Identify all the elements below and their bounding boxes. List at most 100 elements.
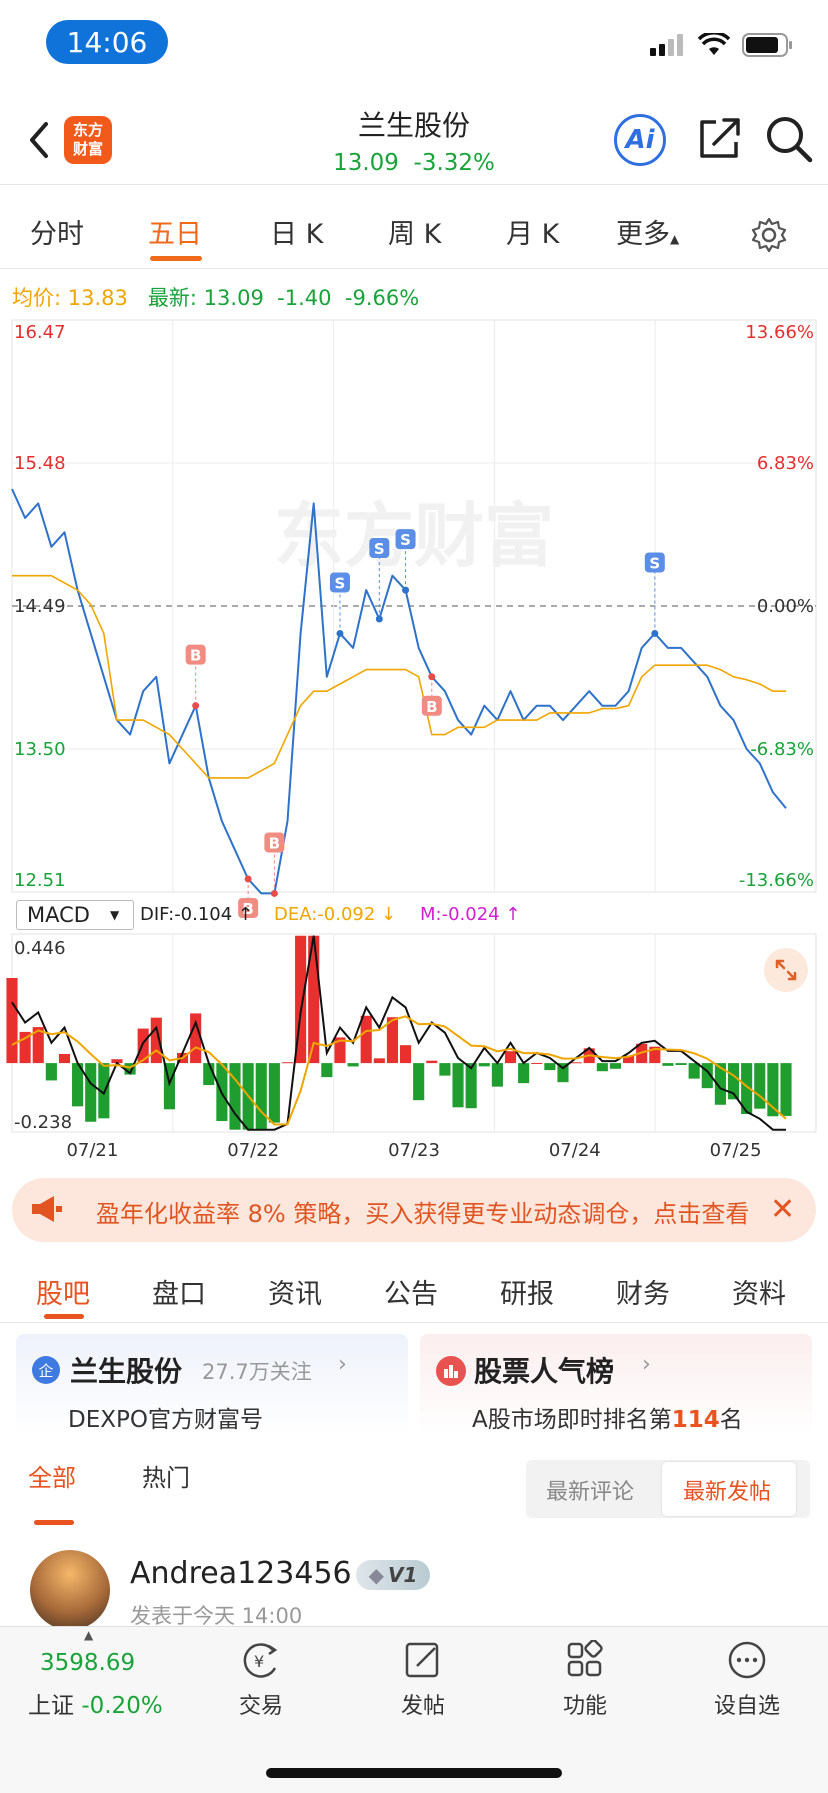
macd-histogram-bar: [478, 1063, 490, 1067]
level-badge: ◆ V1: [356, 1560, 430, 1590]
buy-marker-dot: [244, 875, 252, 883]
macd-m: M:-0.024 ↑: [420, 904, 521, 925]
price-tick-label: 15.48: [14, 453, 66, 474]
x-tick-label: 07/21: [66, 1140, 118, 1160]
tab-more[interactable]: 更多▲: [616, 212, 679, 251]
share-icon[interactable]: [696, 114, 744, 162]
edit-icon: [405, 1642, 439, 1678]
battery-icon: [742, 33, 792, 57]
tab-daily-k[interactable]: 日 K: [270, 212, 323, 251]
banner-close-icon[interactable]: ✕: [770, 1192, 795, 1227]
sell-marker-dot: [651, 629, 659, 637]
post-username[interactable]: Andrea123456: [130, 1556, 352, 1591]
stock-price: 13.09: [333, 150, 399, 176]
status-icons: [648, 32, 794, 58]
tab-finance[interactable]: 财务: [616, 1272, 670, 1311]
price-tick-label: 12.51: [14, 870, 66, 891]
macd-dif: DIF:-0.104 ↑: [140, 904, 254, 925]
tab-monthly-k[interactable]: 月 K: [506, 212, 559, 251]
tab-profile[interactable]: 资料: [732, 1272, 786, 1311]
nav-functions[interactable]: 功能: [530, 1639, 640, 1720]
more-icon: [728, 1641, 766, 1679]
expand-icon[interactable]: [764, 948, 808, 992]
macd-histogram-bar: [6, 978, 18, 1064]
pct-tick-label: 13.66%: [745, 322, 814, 343]
macd-panel-frame: [11, 933, 817, 1133]
sell-marker-dot: [375, 615, 383, 623]
macd-histogram-bar: [570, 1062, 582, 1064]
buy-marker-dot: [270, 889, 278, 897]
macd-histogram-bar: [321, 1063, 333, 1078]
avg-value: 13.83: [67, 286, 128, 310]
ai-button[interactable]: Ai: [614, 114, 666, 166]
nav-add-watchlist[interactable]: 设自选: [692, 1640, 802, 1720]
macd-max-label: 0.446: [14, 938, 66, 959]
tab-news[interactable]: 资讯: [268, 1272, 322, 1311]
search-icon[interactable]: [764, 114, 814, 164]
filter-indicator: [34, 1520, 74, 1525]
avatar[interactable]: [30, 1550, 110, 1630]
latest-value: 13.09: [203, 286, 264, 310]
tab-guba[interactable]: 股吧: [36, 1272, 90, 1311]
macd-dif-line: [11, 935, 786, 1131]
macd-histogram-bar: [662, 1063, 674, 1066]
price-tick-label: 16.47: [14, 322, 66, 343]
latest-label: 最新:: [147, 286, 197, 310]
five-day-chart[interactable]: 东方财富16.4715.4814.4913.5012.5113.66%6.83%…: [0, 310, 828, 1160]
macd-histogram-bar: [609, 1063, 622, 1069]
macd-histogram-bar: [780, 1063, 792, 1116]
macd-histogram-bar: [531, 1062, 543, 1064]
popularity-title: 股票人气榜: [474, 1355, 615, 1388]
pct-tick-label: -13.66%: [739, 870, 814, 891]
tab-weekly-k[interactable]: 周 K: [388, 212, 441, 251]
tab-pankou[interactable]: 盘口: [152, 1272, 206, 1311]
tab-intraday[interactable]: 分时: [30, 212, 84, 251]
macd-histogram-bar: [373, 1058, 385, 1064]
home-indicator: [266, 1768, 562, 1778]
divider: [0, 184, 828, 185]
macd-histogram-bar: [360, 1015, 372, 1064]
sort-latest-post[interactable]: 最新发帖: [683, 1474, 771, 1506]
x-tick-label: 07/25: [710, 1140, 762, 1160]
popularity-card[interactable]: 股票人气榜 › A股市场即时排名第114名: [420, 1334, 812, 1434]
sell-marker-dot: [402, 586, 410, 594]
macd-histogram-bar: [518, 1063, 530, 1084]
price-tick-label: 13.50: [14, 739, 66, 760]
index-name[interactable]: 上证 -0.20%: [28, 1686, 163, 1720]
section-tab-indicator: [44, 1314, 84, 1319]
macd-histogram-bar: [504, 1051, 517, 1064]
macd-histogram-bar: [544, 1063, 556, 1071]
tab-indicator: [150, 256, 202, 261]
nav-post[interactable]: 发帖: [368, 1640, 478, 1720]
stock-bar-card[interactable]: 企 兰生股份 27.7万关注 › DEXPO官方财富号: [16, 1334, 408, 1434]
rank-number: 114: [671, 1407, 720, 1433]
price-tick-label: 14.49: [14, 596, 66, 617]
macd-histogram-bar: [255, 1063, 267, 1130]
macd-histogram-bar: [465, 1063, 477, 1109]
tab-research[interactable]: 研报: [500, 1272, 554, 1311]
pct-tick-label: 0.00%: [757, 596, 814, 617]
avg-label: 均价:: [12, 286, 62, 310]
index-value[interactable]: 3598.69: [40, 1650, 135, 1676]
sell-marker-dot: [336, 629, 344, 637]
status-time: 14:06: [46, 20, 168, 64]
trade-icon: ¥: [243, 1643, 278, 1678]
tab-announcements[interactable]: 公告: [384, 1272, 438, 1311]
divider: [0, 1322, 828, 1323]
nav-trade[interactable]: ¥ 交易: [206, 1640, 316, 1720]
filter-all[interactable]: 全部: [28, 1458, 76, 1493]
gear-icon[interactable]: [750, 216, 788, 254]
macd-histogram-bar: [675, 1063, 687, 1066]
banner-text[interactable]: 盈年化收益率 8% 策略，买入获得更专业动态调仓，点击查看: [96, 1194, 756, 1229]
change-pct: -9.66%: [344, 286, 420, 310]
filter-hot[interactable]: 热门: [142, 1458, 190, 1493]
sort-latest-comment[interactable]: 最新评论: [546, 1474, 634, 1506]
tab-five-day[interactable]: 五日: [148, 212, 202, 251]
card-sub: DEXPO官方财富号: [68, 1407, 263, 1433]
x-tick-label: 07/24: [549, 1140, 601, 1160]
macd-histogram-bar: [688, 1063, 700, 1079]
pct-tick-label: 6.83%: [757, 453, 814, 474]
macd-min-label: -0.238: [14, 1112, 72, 1133]
indicator-select[interactable]: MACD ▼: [16, 900, 134, 930]
sell-marker-label: S: [400, 531, 411, 549]
